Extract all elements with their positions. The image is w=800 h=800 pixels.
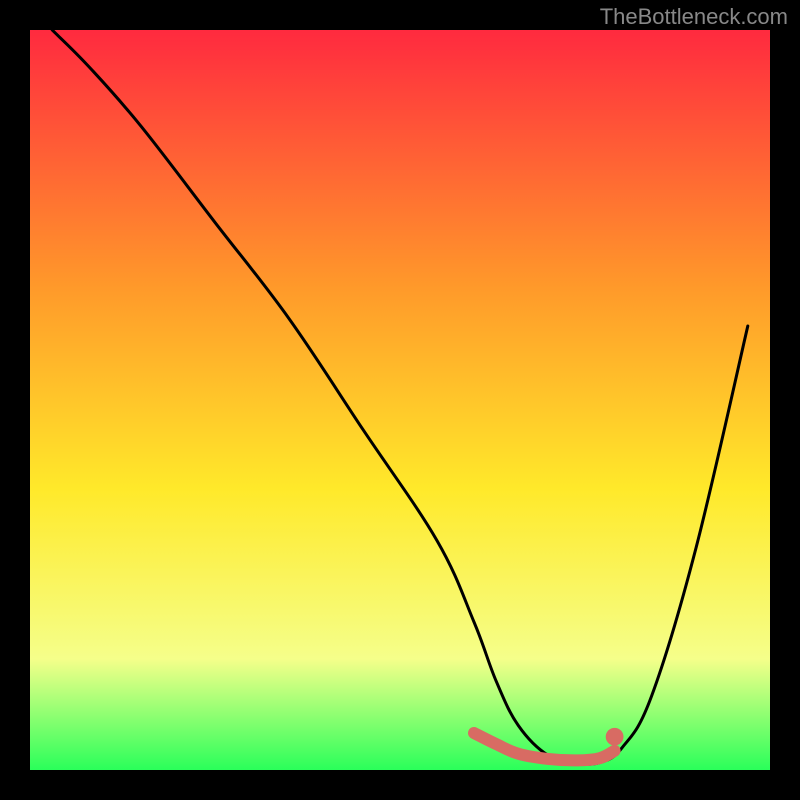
watermark-text: TheBottleneck.com (600, 4, 788, 30)
highlight-end-dot (606, 728, 624, 746)
bottleneck-chart (30, 30, 770, 770)
chart-svg (30, 30, 770, 770)
gradient-background (30, 30, 770, 770)
